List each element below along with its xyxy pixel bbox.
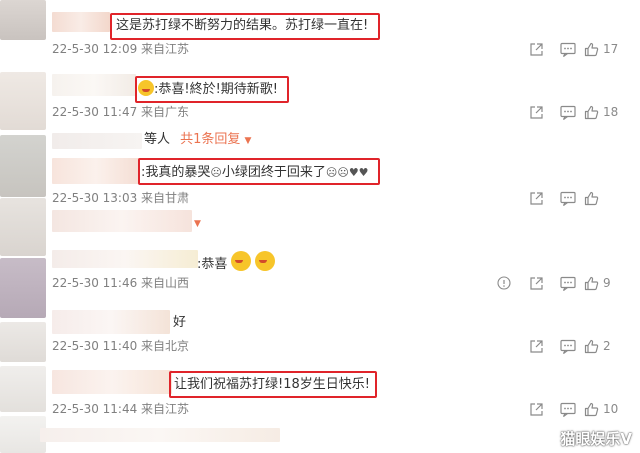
thumbs-up-icon xyxy=(584,339,599,353)
like-button[interactable]: 18 xyxy=(584,105,626,120)
avatar[interactable] xyxy=(0,322,46,362)
share-icon[interactable] xyxy=(520,400,552,418)
highlight-box xyxy=(135,76,289,103)
thumbs-up-icon xyxy=(584,402,599,416)
reply-summary: 等人 共1条回复 ▼ xyxy=(144,131,251,150)
highlight-box xyxy=(169,371,377,398)
like-button[interactable]: 10 xyxy=(584,402,626,417)
caret-down-icon[interactable]: ▼ xyxy=(194,219,201,229)
share-icon[interactable] xyxy=(520,40,552,58)
like-count: 2 xyxy=(603,339,611,353)
username-blurred[interactable] xyxy=(40,428,280,442)
thumbs-up-icon xyxy=(584,42,599,56)
comment-actions: 10 xyxy=(520,400,626,418)
reply-prefix: 等人 xyxy=(144,132,171,147)
comment-meta: 22-5-30 11:46 来自山西 xyxy=(52,276,190,290)
username-blurred[interactable] xyxy=(52,12,110,32)
highlight-box xyxy=(138,158,380,185)
comment-icon[interactable] xyxy=(552,400,584,418)
like-button[interactable]: 2 xyxy=(584,339,626,354)
comment-actions: 9 xyxy=(488,274,626,292)
excited-emoji-icon xyxy=(255,251,276,271)
comment-actions xyxy=(520,189,626,207)
username-blurred[interactable] xyxy=(52,158,140,184)
comment-meta: 22-5-30 12:09 来自江苏 xyxy=(52,42,190,56)
comment-meta: 22-5-30 11:44 来自江苏 xyxy=(52,402,190,416)
comment-actions: 2 xyxy=(520,337,626,355)
comment-meta: 22-5-30 11:47 来自广东 xyxy=(52,105,190,119)
like-button[interactable] xyxy=(584,191,626,206)
comment-actions: 17 xyxy=(520,40,626,58)
like-count: 10 xyxy=(603,402,619,416)
comment-icon[interactable] xyxy=(552,189,584,207)
comment-icon[interactable] xyxy=(552,337,584,355)
username-blurred[interactable] xyxy=(52,370,172,394)
avatar[interactable] xyxy=(0,72,46,130)
comment-icon[interactable] xyxy=(552,103,584,121)
share-icon[interactable] xyxy=(520,103,552,121)
thumbs-up-icon xyxy=(584,191,599,205)
like-button[interactable]: 9 xyxy=(584,276,626,291)
share-icon[interactable] xyxy=(520,274,552,292)
avatar[interactable] xyxy=(0,198,46,256)
watermark: 猫眼娱乐V xyxy=(560,430,632,448)
like-count: 18 xyxy=(603,105,619,119)
like-count: 9 xyxy=(603,276,611,290)
avatar[interactable] xyxy=(0,366,46,412)
username-blurred[interactable] xyxy=(52,74,136,96)
username-blurred[interactable] xyxy=(52,250,198,268)
excited-emoji-icon xyxy=(231,251,252,271)
info-icon[interactable] xyxy=(488,274,520,292)
like-count: 17 xyxy=(603,42,619,56)
comment-icon[interactable] xyxy=(552,40,584,58)
share-icon[interactable] xyxy=(520,189,552,207)
like-button[interactable]: 17 xyxy=(584,42,626,57)
username-blurred[interactable] xyxy=(52,210,192,232)
caret-down-icon: ▼ xyxy=(244,136,252,146)
comment-meta: 22-5-30 13:03 来自甘肃 xyxy=(52,191,190,205)
comment-meta: 22-5-30 11:40 来自北京 xyxy=(52,339,190,353)
username-blurred[interactable] xyxy=(52,310,170,334)
thumbs-up-icon xyxy=(584,105,599,119)
avatar[interactable] xyxy=(0,0,46,40)
username-blurred[interactable] xyxy=(52,133,142,149)
highlight-box xyxy=(110,13,380,40)
share-icon[interactable] xyxy=(520,337,552,355)
comment-icon[interactable] xyxy=(552,274,584,292)
comment-text: :恭喜 xyxy=(197,251,276,274)
comment-text: 好 xyxy=(173,315,187,330)
avatar[interactable] xyxy=(0,135,46,197)
view-replies-link[interactable]: 共1条回复 ▼ xyxy=(180,132,251,147)
avatar[interactable] xyxy=(0,258,46,318)
comment-actions: 18 xyxy=(520,103,626,121)
thumbs-up-icon xyxy=(584,276,599,290)
